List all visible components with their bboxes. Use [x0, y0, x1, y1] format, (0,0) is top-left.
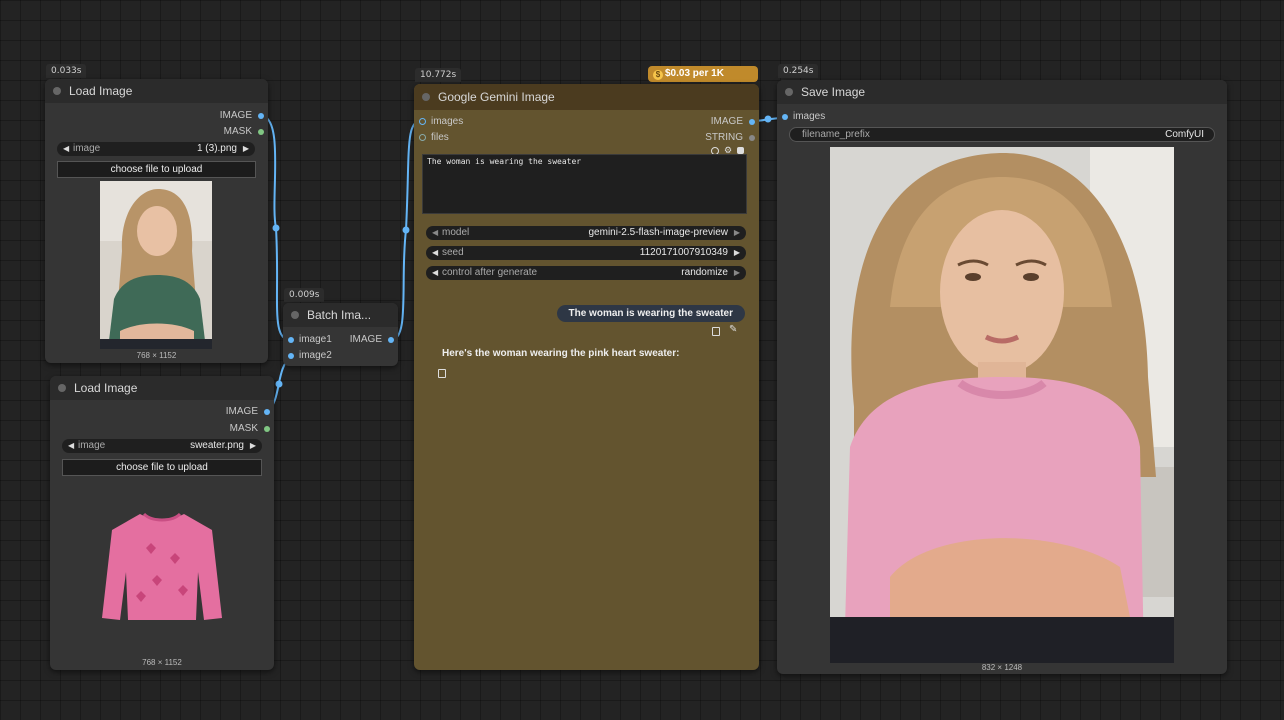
widget-value: ComfyUI — [1165, 129, 1204, 140]
google-gemini-image-node[interactable]: Google Gemini Image images files IMAGE S… — [414, 84, 759, 670]
model-select-widget[interactable]: ◀ model gemini-2.5-flash-image-preview ▶ — [426, 226, 746, 240]
input-label-files: files — [431, 132, 449, 143]
node-title: Load Image — [74, 381, 138, 395]
control-after-generate-widget[interactable]: ◀ control after generate randomize ▶ — [426, 266, 746, 280]
input-label-image1: image1 — [299, 334, 332, 345]
output-label-image: IMAGE — [225, 406, 258, 417]
node-title: Save Image — [801, 85, 866, 99]
prompt-textarea[interactable]: The woman is wearing the sweater — [422, 154, 747, 214]
input-label-images: images — [793, 111, 826, 122]
seed-number-widget[interactable]: ◀ seed 1120171007910349 ▶ — [426, 246, 746, 260]
batch-images-node[interactable]: Batch Ima... image1 image2 IMAGE — [283, 303, 398, 366]
chat-user-message: The woman is wearing the sweater — [556, 305, 745, 322]
widget-label: image — [73, 143, 101, 154]
node-title-bar[interactable]: Batch Ima... — [283, 303, 398, 327]
image-preview-sweater — [100, 508, 224, 626]
widget-value: 1120171007910349 — [639, 247, 728, 258]
decrement-arrow-icon[interactable]: ◀ — [432, 246, 438, 260]
image-select-widget[interactable]: ◀ image 1 (3).png ▶ — [57, 142, 255, 156]
node-title-bar[interactable]: Google Gemini Image — [414, 84, 759, 110]
node-status-dot[interactable] — [291, 311, 299, 319]
image-select-widget[interactable]: ◀ image sweater.png ▶ — [62, 439, 262, 453]
input-port-image1[interactable] — [288, 337, 294, 343]
execution-time-badge: 0.254s — [778, 64, 819, 78]
node-title-bar[interactable]: Load Image — [50, 376, 274, 400]
image-dimensions: 768 × 1152 — [136, 351, 177, 360]
image-dimensions: 768 × 1152 — [142, 658, 182, 667]
node-title-bar[interactable]: Save Image — [777, 80, 1227, 104]
generated-image-preview — [830, 147, 1174, 663]
input-port-images[interactable] — [419, 118, 426, 125]
copy-icon[interactable] — [438, 369, 446, 378]
input-label-images: images — [431, 116, 464, 127]
widget-value: 1 (3).png — [196, 143, 237, 154]
load-image-node-2[interactable]: Load Image IMAGE MASK ◀ image sweater.pn… — [50, 376, 274, 670]
input-port-image2[interactable] — [288, 353, 294, 359]
output-port-mask[interactable] — [258, 129, 264, 135]
prev-arrow-icon[interactable]: ◀ — [63, 142, 69, 156]
copy-icon[interactable] — [712, 327, 720, 336]
output-port-image[interactable] — [264, 409, 270, 415]
widget-value: randomize — [681, 267, 728, 278]
widget-value: sweater.png — [190, 440, 244, 451]
chat-assistant-reply: Here's the woman wearing the pink heart … — [442, 348, 680, 359]
input-label-image2: image2 — [299, 350, 332, 361]
load-image-node-1[interactable]: Load Image IMAGE MASK ◀ image 1 (3).png … — [45, 79, 268, 363]
save-image-node[interactable]: Save Image images filename_prefix ComfyU… — [777, 80, 1227, 674]
widget-value: gemini-2.5-flash-image-preview — [588, 227, 729, 238]
dollar-coin-icon: $ — [653, 70, 663, 80]
execution-time-badge: 0.033s — [46, 64, 87, 78]
prev-arrow-icon[interactable]: ◀ — [432, 226, 438, 240]
input-port-files[interactable] — [419, 134, 426, 141]
output-label-image: IMAGE — [219, 110, 252, 121]
next-arrow-icon[interactable]: ▶ — [250, 439, 256, 453]
widget-label: filename_prefix — [802, 129, 870, 140]
node-title: Load Image — [69, 84, 133, 98]
next-arrow-icon[interactable]: ▶ — [734, 226, 740, 240]
widget-label: model — [442, 227, 470, 238]
image-preview-portrait — [100, 181, 212, 349]
output-label-mask: MASK — [229, 423, 258, 434]
upload-button[interactable]: choose file to upload — [62, 459, 262, 476]
prev-arrow-icon[interactable]: ◀ — [68, 439, 74, 453]
output-port-string[interactable] — [749, 135, 755, 141]
node-status-dot[interactable] — [53, 87, 61, 95]
output-label-image: IMAGE — [710, 116, 743, 127]
increment-arrow-icon[interactable]: ▶ — [734, 246, 740, 260]
filename-prefix-widget[interactable]: filename_prefix ComfyUI — [789, 127, 1215, 142]
output-label-mask: MASK — [223, 126, 252, 137]
input-port-images[interactable] — [782, 114, 788, 120]
next-arrow-icon[interactable]: ▶ — [243, 142, 249, 156]
node-title: Batch Ima... — [307, 308, 372, 322]
execution-time-badge: 0.009s — [284, 288, 325, 302]
output-label-string: STRING — [705, 132, 743, 143]
price-badge: $$0.03 per 1K tokens — [648, 66, 758, 95]
edit-pencil-icon[interactable]: ✎ — [729, 324, 737, 335]
image-dimensions: 832 × 1248 — [981, 663, 1023, 672]
widget-label: control after generate — [442, 267, 538, 278]
node-status-dot[interactable] — [58, 384, 66, 392]
node-title: Google Gemini Image — [438, 90, 555, 104]
next-arrow-icon[interactable]: ▶ — [734, 266, 740, 280]
upload-button[interactable]: choose file to upload — [57, 161, 256, 178]
output-port-mask[interactable] — [264, 426, 270, 432]
output-label-image: IMAGE — [349, 334, 382, 345]
node-title-bar[interactable]: Load Image — [45, 79, 268, 103]
badge-icon[interactable] — [737, 147, 744, 154]
output-port-image[interactable] — [388, 337, 394, 343]
widget-label: image — [78, 440, 106, 451]
widget-label: seed — [442, 247, 464, 258]
output-port-image[interactable] — [258, 113, 264, 119]
node-status-dot[interactable] — [785, 88, 793, 96]
execution-time-badge: 10.772s — [415, 68, 462, 82]
node-status-dot[interactable] — [422, 93, 430, 101]
output-port-image[interactable] — [749, 119, 755, 125]
prev-arrow-icon[interactable]: ◀ — [432, 266, 438, 280]
